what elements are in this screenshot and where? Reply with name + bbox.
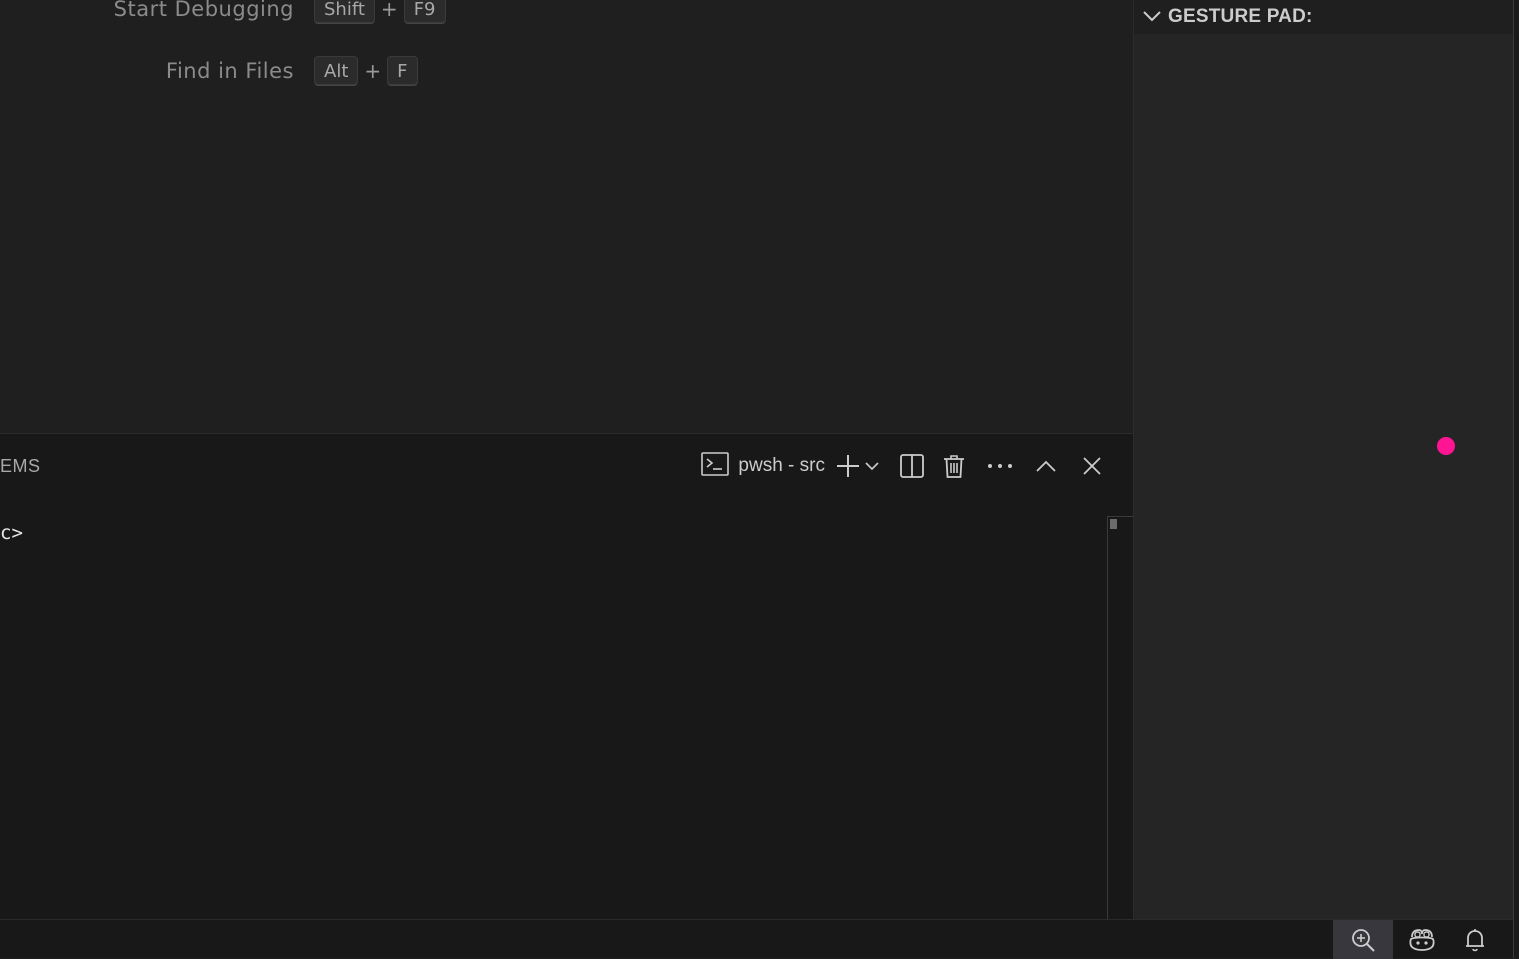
key-cap: Alt — [314, 56, 359, 86]
plus-icon[interactable] — [835, 450, 861, 482]
trash-icon[interactable] — [937, 450, 971, 482]
tab-problems[interactable]: EMS — [0, 456, 41, 477]
terminal-prompt: c> — [0, 522, 23, 544]
key-plus: + — [364, 59, 382, 83]
gesture-pointer-dot — [1437, 437, 1455, 455]
terminal-icon — [700, 450, 730, 482]
chevron-up-icon[interactable] — [1029, 450, 1063, 482]
chevron-down-icon — [1142, 8, 1162, 27]
gesture-pad-header[interactable]: GESTURE PAD: — [1134, 0, 1513, 34]
shortcut-start-debugging: Start Debugging Shift + F9 — [0, 0, 446, 24]
status-bar — [0, 919, 1513, 959]
split-icon[interactable] — [895, 450, 929, 482]
panel-toolbar: pwsh - src — [700, 450, 1109, 482]
terminal-scrollbar[interactable] — [1107, 516, 1133, 920]
scrollbar-thumb[interactable] — [1110, 519, 1117, 529]
terminal-selector[interactable]: pwsh - src — [700, 450, 825, 482]
terminal-name-label: pwsh - src — [738, 455, 825, 476]
chevron-down-icon[interactable] — [863, 450, 881, 482]
terminal-output[interactable]: c> — [0, 518, 1108, 918]
key-cap: Shift — [314, 0, 375, 24]
shortcut-label: Find in Files — [165, 59, 294, 83]
shortcut-label: Start Debugging — [113, 0, 294, 21]
shortcut-find-in-files: Find in Files Alt + F — [0, 56, 418, 86]
close-icon[interactable] — [1075, 450, 1109, 482]
ellipsis-icon[interactable] — [983, 450, 1017, 482]
terminal-panel: EMS pwsh - src c> — [0, 433, 1133, 920]
key-plus: + — [380, 0, 398, 21]
new-terminal-group — [835, 450, 881, 482]
gesture-pad-title: GESTURE PAD: — [1168, 6, 1313, 27]
zoom-in-icon[interactable] — [1333, 920, 1393, 959]
key-cap: F9 — [403, 0, 446, 24]
gesture-pad-sidebar: GESTURE PAD: — [1133, 0, 1513, 919]
bell-icon[interactable] — [1452, 920, 1498, 959]
window-edge — [1513, 0, 1519, 958]
copilot-icon[interactable] — [1398, 920, 1446, 959]
key-cap: F — [387, 56, 418, 86]
editor-area: Start Debugging Shift + F9 Find in Files… — [0, 0, 1133, 433]
